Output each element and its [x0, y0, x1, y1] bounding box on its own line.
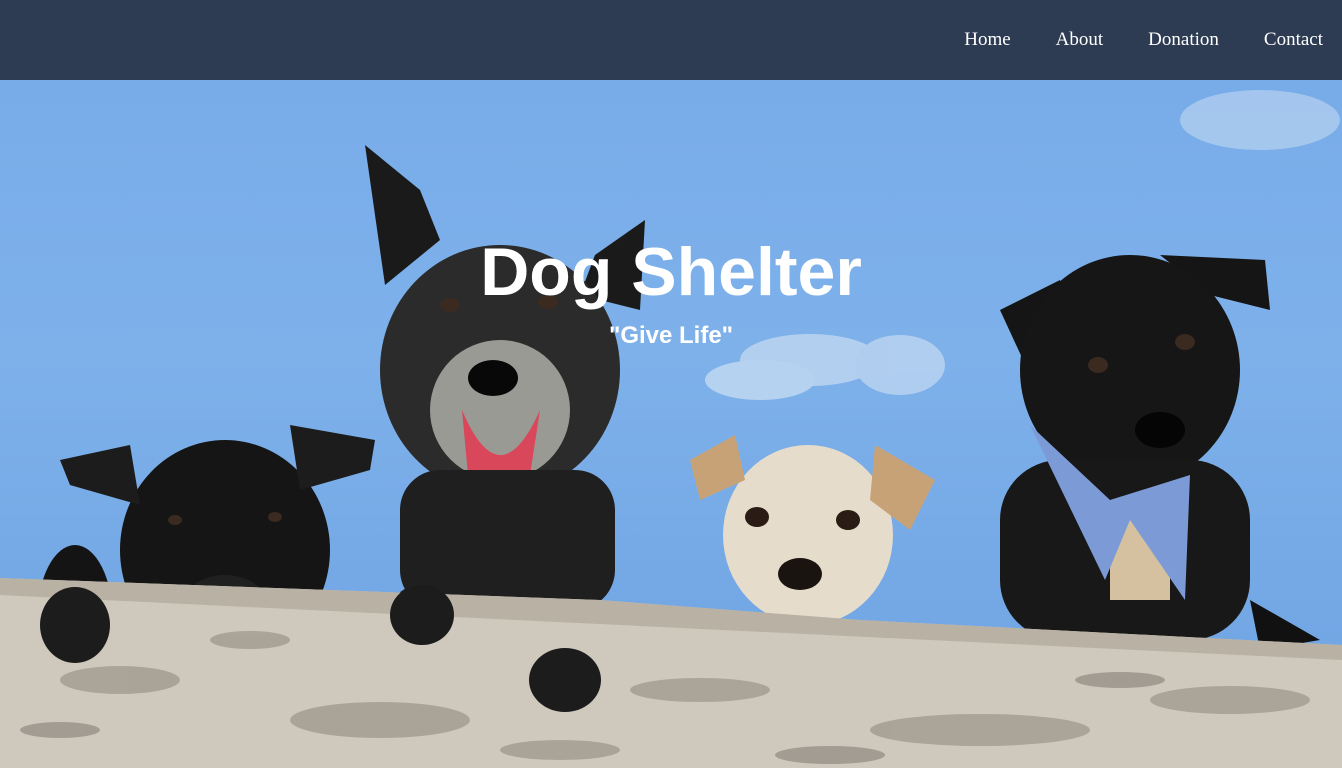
- navbar: Home About Donation Contact: [0, 0, 1342, 80]
- nav-contact-link[interactable]: Contact: [1264, 0, 1323, 80]
- nav-links: Home About Donation Contact: [919, 0, 1323, 80]
- page: Home About Donation Contact Dog Shelter …: [0, 0, 1342, 768]
- dog-small-cream: [690, 435, 935, 625]
- dogs-over-wall-photo: [0, 90, 1342, 768]
- hero-section: Dog Shelter "Give Life": [0, 80, 1342, 768]
- hero-title: Dog Shelter: [480, 234, 862, 310]
- hero-tagline: "Give Life": [608, 322, 734, 349]
- nav-donation-link[interactable]: Donation: [1148, 0, 1219, 80]
- nav-about-link[interactable]: About: [1056, 0, 1104, 80]
- nav-home-link[interactable]: Home: [964, 0, 1010, 80]
- dog-right-black: [1000, 255, 1320, 650]
